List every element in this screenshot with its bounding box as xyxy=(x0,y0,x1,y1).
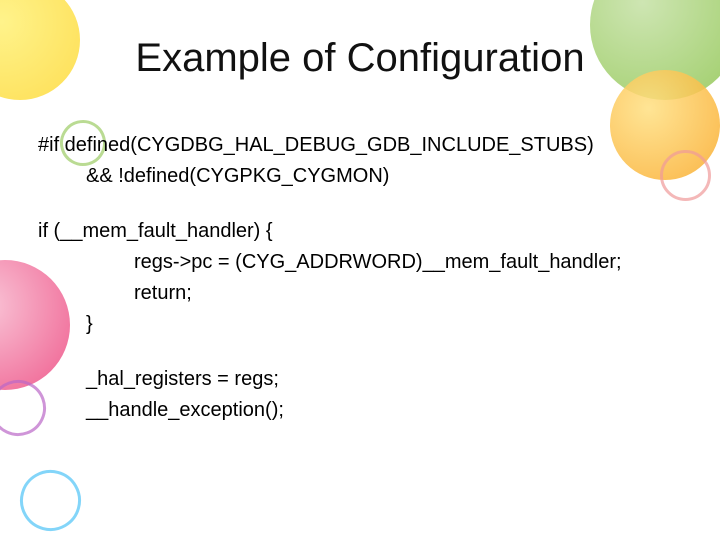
code-line: __handle_exception(); xyxy=(38,395,700,426)
code-line: && !defined(CYGPKG_CYGMON) xyxy=(38,161,700,192)
slide-title: Example of Configuration xyxy=(0,36,720,81)
swirl-blue-icon xyxy=(9,459,92,540)
code-line: #if defined(CYGDBG_HAL_DEBUG_GDB_INCLUDE… xyxy=(38,130,700,161)
code-line: } xyxy=(38,309,700,340)
code-block: #if defined(CYGDBG_HAL_DEBUG_GDB_INCLUDE… xyxy=(38,130,700,426)
code-line: _hal_registers = regs; xyxy=(38,364,700,395)
code-line: if (__mem_fault_handler) { xyxy=(38,216,700,247)
code-line: return; xyxy=(38,278,700,309)
code-line: regs->pc = (CYG_ADDRWORD)__mem_fault_han… xyxy=(38,247,700,278)
